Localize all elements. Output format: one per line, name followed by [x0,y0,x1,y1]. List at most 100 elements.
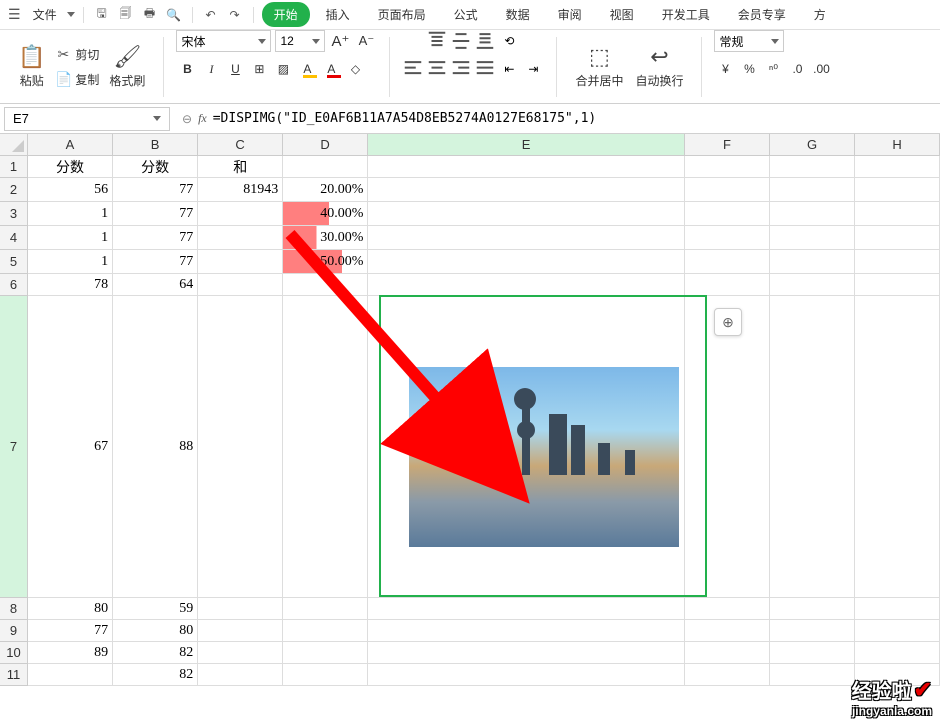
row-header-6[interactable]: 6 [0,274,27,296]
cell[interactable] [283,296,368,598]
save-as-icon[interactable]: 🗐 [116,5,136,25]
cell[interactable] [855,250,940,274]
cell[interactable] [685,620,770,642]
column-header-E[interactable]: E [368,134,685,155]
row-header-7[interactable]: 7 [0,296,27,598]
cell[interactable]: 64 [113,274,198,296]
cell[interactable] [368,226,684,250]
row-header-4[interactable]: 4 [0,226,27,250]
cell[interactable] [685,642,770,664]
tab-data[interactable]: 数据 [494,2,542,27]
formula-input[interactable] [213,111,932,126]
cell[interactable] [685,178,770,202]
cell[interactable] [283,664,368,686]
cell[interactable] [855,202,940,226]
cell[interactable]: 56 [28,178,113,202]
column-header-C[interactable]: C [198,134,283,155]
cell[interactable] [685,156,770,178]
select-all-corner[interactable] [0,134,28,156]
column-header-G[interactable]: G [770,134,855,155]
cell[interactable]: 67 [28,296,113,598]
cell[interactable]: 81943 [198,178,283,202]
paste-button[interactable]: 📋 粘贴 [12,40,51,93]
bold-button[interactable]: B [176,58,198,80]
zoom-out-icon[interactable]: ⊖ [182,112,192,126]
cell[interactable]: 82 [113,642,198,664]
cell[interactable] [855,226,940,250]
cell[interactable]: 80 [113,620,198,642]
tab-view[interactable]: 视图 [598,2,646,27]
cell[interactable]: 82 [113,664,198,686]
cell[interactable]: 59 [113,598,198,620]
cell[interactable] [855,296,940,598]
cell[interactable] [368,664,684,686]
cell[interactable]: 89 [28,642,113,664]
cell[interactable]: 77 [113,178,198,202]
cut-button[interactable]: ✂剪切 [51,44,103,65]
tab-more[interactable]: 方 [802,2,838,27]
hamburger-icon[interactable]: ☰ [6,6,23,23]
decrease-font-icon[interactable]: A⁻ [355,30,377,52]
cell[interactable] [368,274,684,296]
cell[interactable] [855,642,940,664]
font-size-select[interactable]: 12 [275,30,325,52]
file-dropdown-icon[interactable] [67,12,75,17]
cell[interactable] [198,250,283,274]
border-button[interactable]: ⊞ [248,58,270,80]
name-box[interactable]: E7 [4,107,170,131]
file-menu[interactable]: 文件 [27,6,63,23]
font-name-select[interactable]: 宋体 [176,30,271,52]
cell[interactable] [283,620,368,642]
cell[interactable] [685,664,770,686]
cell[interactable] [685,296,770,598]
cell[interactable] [368,178,684,202]
fill-color-button[interactable]: A [296,58,318,80]
column-header-A[interactable]: A [28,134,113,155]
italic-button[interactable]: I [200,58,222,80]
merge-center-button[interactable]: ⬚ 合并居中 [569,40,629,93]
row-header-9[interactable]: 9 [0,620,27,642]
cell[interactable] [685,274,770,296]
save-icon[interactable]: 🖫 [92,5,112,25]
column-header-H[interactable]: H [855,134,940,155]
cell[interactable] [283,274,368,296]
cell[interactable]: 分数 [113,156,198,178]
cell[interactable]: 78 [28,274,113,296]
cell[interactable] [283,598,368,620]
cell[interactable] [770,202,855,226]
cell[interactable] [368,202,684,226]
cell[interactable] [770,250,855,274]
comma-icon[interactable]: ⁿ⁰ [762,58,784,80]
fx-icon[interactable]: fx [198,111,207,126]
tab-review[interactable]: 审阅 [546,2,594,27]
cell[interactable] [770,598,855,620]
cell[interactable] [855,620,940,642]
tab-formula[interactable]: 公式 [442,2,490,27]
cell[interactable] [283,156,368,178]
cell[interactable] [770,296,855,598]
decrease-decimal-icon[interactable]: .0 [786,58,808,80]
row-header-5[interactable]: 5 [0,250,27,274]
orientation-icon[interactable]: ⟲ [498,30,520,52]
cell[interactable]: 88 [113,296,198,598]
percent-icon[interactable]: % [738,58,760,80]
justify-icon[interactable] [474,58,496,80]
increase-font-icon[interactable]: A⁺ [329,30,351,52]
column-header-F[interactable]: F [685,134,770,155]
underline-button[interactable]: U [224,58,246,80]
indent-decrease-icon[interactable]: ⇤ [498,58,520,80]
cell[interactable] [198,642,283,664]
cell[interactable] [685,202,770,226]
cell[interactable]: 1 [28,226,113,250]
align-left-icon[interactable] [402,58,424,80]
copy-button[interactable]: 📄复制 [51,69,103,90]
cell[interactable]: 77 [28,620,113,642]
column-header-B[interactable]: B [113,134,198,155]
image-zoom-button[interactable]: ⊕ [714,308,742,336]
cell[interactable] [685,598,770,620]
row-header-11[interactable]: 11 [0,664,27,686]
tab-dev-tools[interactable]: 开发工具 [650,2,722,27]
cell[interactable]: 30.00% [283,226,368,250]
row-header-10[interactable]: 10 [0,642,27,664]
cell[interactable]: 50.00% [283,250,368,274]
